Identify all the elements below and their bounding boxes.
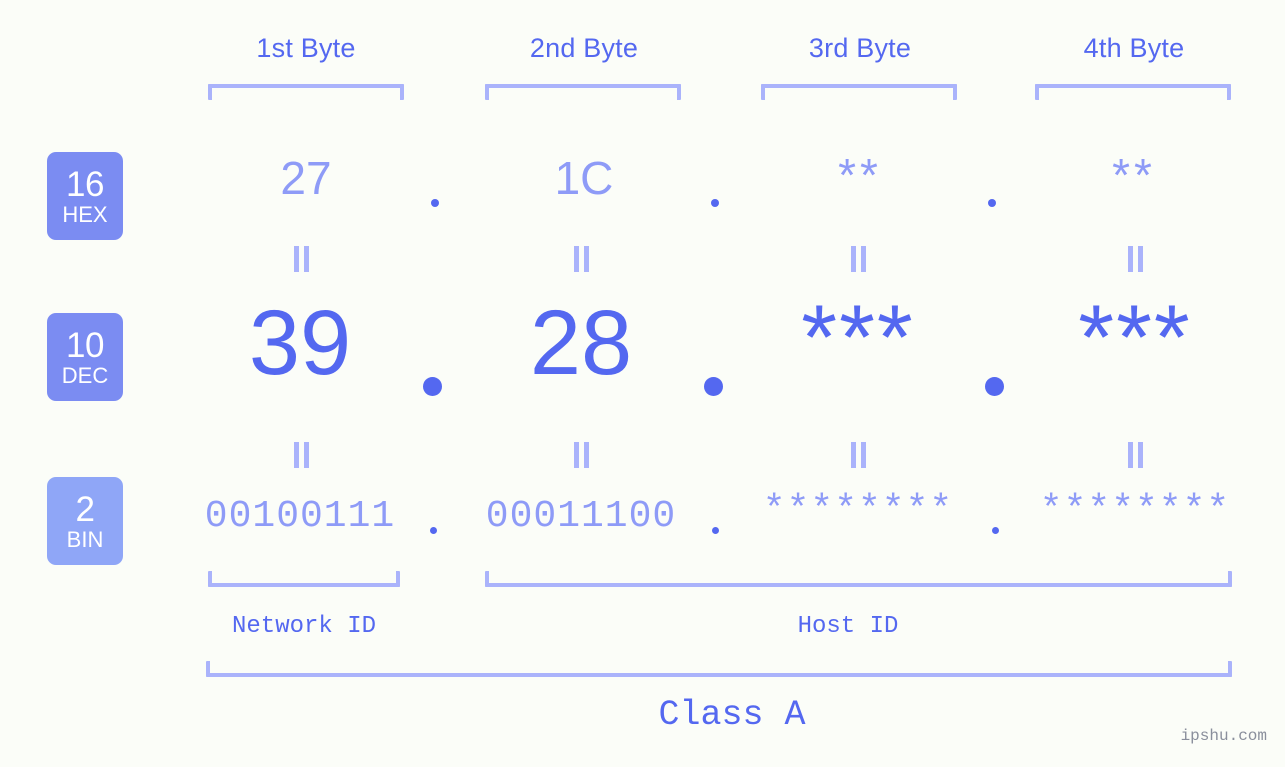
host-id-label: Host ID bbox=[797, 613, 899, 640]
dec-byte-4: *** bbox=[1078, 287, 1192, 389]
dec-dot-1 bbox=[423, 377, 442, 396]
bin-byte-2: 00011100 bbox=[485, 495, 677, 538]
class-bracket bbox=[206, 661, 1232, 677]
base-badge-hex-abbr: HEX bbox=[62, 201, 108, 227]
base-badge-bin-abbr: BIN bbox=[66, 526, 104, 552]
equals-icon-dec-bin-3 bbox=[851, 442, 866, 468]
byte-header-3: 3rd Byte bbox=[808, 33, 912, 63]
hex-byte-2: 1C bbox=[554, 152, 614, 204]
equals-icon-hex-dec-2 bbox=[574, 246, 589, 272]
bin-byte-1: 00100111 bbox=[204, 495, 396, 538]
equals-icon-dec-bin-2 bbox=[574, 442, 589, 468]
base-badge-bin: 2 BIN bbox=[47, 477, 123, 565]
ip-breakdown-diagram: 1st Byte 2nd Byte 3rd Byte 4th Byte 16 H… bbox=[0, 0, 1285, 767]
base-badge-hex: 16 HEX bbox=[47, 152, 123, 240]
bin-dot-1 bbox=[430, 527, 437, 534]
base-badge-dec: 10 DEC bbox=[47, 313, 123, 401]
dec-dot-2 bbox=[704, 377, 723, 396]
hex-byte-4: ** bbox=[1112, 149, 1156, 201]
network-id-label: Network ID bbox=[231, 613, 377, 640]
equals-icon-hex-dec-4 bbox=[1128, 246, 1143, 272]
equals-icon-hex-dec-1 bbox=[294, 246, 309, 272]
byte-header-4: 4th Byte bbox=[1083, 33, 1185, 63]
base-badge-hex-number: 16 bbox=[66, 164, 104, 204]
byte-bracket-top-1 bbox=[208, 84, 404, 100]
equals-icon-dec-bin-1 bbox=[294, 442, 309, 468]
bin-byte-3: ******** bbox=[762, 489, 954, 532]
bin-dot-2 bbox=[712, 527, 719, 534]
base-badge-dec-number: 10 bbox=[66, 325, 104, 365]
network-id-bracket bbox=[208, 571, 400, 587]
byte-bracket-top-3 bbox=[761, 84, 957, 100]
byte-bracket-top-4 bbox=[1035, 84, 1231, 100]
class-label: Class A bbox=[658, 695, 806, 735]
base-badge-dec-abbr: DEC bbox=[61, 362, 109, 388]
byte-header-2: 2nd Byte bbox=[529, 33, 639, 63]
byte-bracket-top-2 bbox=[485, 84, 681, 100]
hex-dot-3 bbox=[988, 199, 996, 207]
bin-byte-4: ******** bbox=[1039, 489, 1231, 532]
byte-header-1: 1st Byte bbox=[256, 33, 356, 63]
host-id-bracket bbox=[485, 571, 1232, 587]
hex-byte-3: ** bbox=[838, 149, 882, 201]
hex-dot-1 bbox=[431, 199, 439, 207]
hex-byte-1: 27 bbox=[280, 152, 332, 204]
base-badge-bin-number: 2 bbox=[75, 489, 95, 529]
dec-byte-1: 39 bbox=[248, 292, 352, 394]
equals-icon-hex-dec-3 bbox=[851, 246, 866, 272]
hex-dot-2 bbox=[711, 199, 719, 207]
dec-byte-2: 28 bbox=[529, 292, 633, 394]
dec-dot-3 bbox=[985, 377, 1004, 396]
site-watermark: ipshu.com bbox=[1180, 727, 1267, 745]
dec-byte-3: *** bbox=[801, 287, 915, 389]
equals-icon-dec-bin-4 bbox=[1128, 442, 1143, 468]
bin-dot-3 bbox=[992, 527, 999, 534]
